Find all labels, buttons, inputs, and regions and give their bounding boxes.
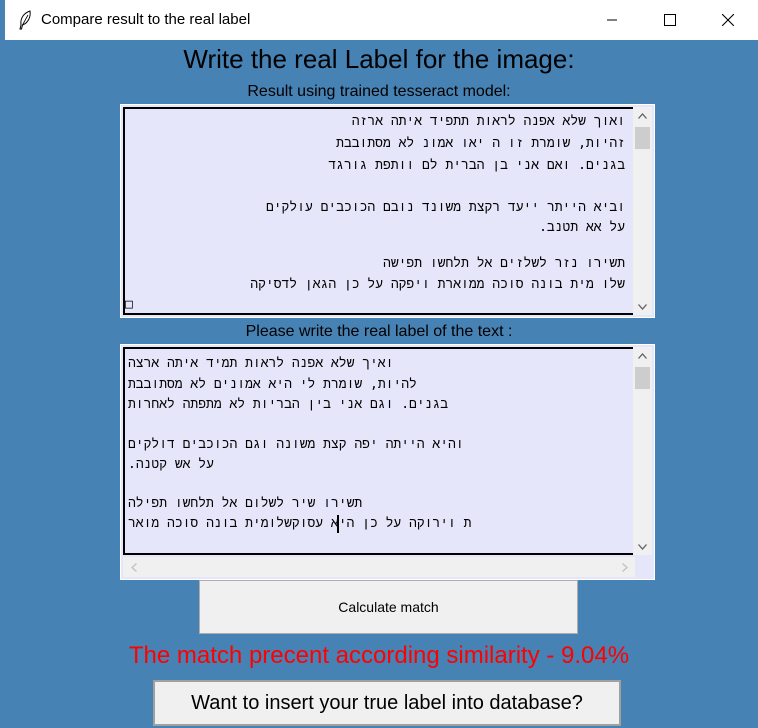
scroll-left-icon[interactable] <box>125 559 142 576</box>
scroll-down-icon[interactable] <box>634 298 651 315</box>
ocr-line: תשירו נזר לשלזים אל תלחשו תפישה <box>383 256 625 271</box>
ocr-result-text: ואוך שלא אפנה לראות תתפיד איתה ארזה זהיו… <box>123 107 633 315</box>
page-title: Write the real Label for the image: <box>183 44 575 74</box>
scroll-thumb[interactable] <box>635 127 650 149</box>
minimize-button[interactable] <box>583 0 641 40</box>
app-window: Compare result to the real label Write t… <box>0 0 758 728</box>
ocr-line: זהיות, שומרת זו ה יאו אמונ לא מסתובבת <box>336 136 625 151</box>
maximize-button[interactable] <box>641 0 699 40</box>
real-line: על אש קטנה. <box>128 457 214 472</box>
ocr-line: □ <box>125 297 133 312</box>
ocr-line: בגנים. ואם אני בן הברית לם וותפת גורגד <box>328 158 625 173</box>
ocr-result-textbox[interactable]: ואוך שלא אפנה לראות תתפיד איתה ארזה זהיו… <box>120 104 655 318</box>
real-line: ת וירוקה על כן היא עסוקשלומית בונה סוכה … <box>128 516 472 531</box>
ocr-line: וביא הייתר ייעד רקצת משונד נובם הכוכבים … <box>265 200 625 215</box>
real-line: ואיך שלא אפנה לראות תמיד איתה ארצה <box>128 356 394 371</box>
window-title: Compare result to the real label <box>41 11 251 28</box>
ocr-vertical-scrollbar[interactable] <box>633 107 652 315</box>
ocr-line: על אא תטנב. <box>539 220 625 235</box>
feather-icon <box>17 10 33 30</box>
real-label-text[interactable]: ואיך שלא אפנה לראות תמיד איתה ארצה להיות… <box>123 347 633 555</box>
real-horizontal-scrollbar[interactable] <box>123 557 635 577</box>
real-label-prompt: Please write the real label of the text … <box>245 323 513 340</box>
ocr-line: שלו מית בונה סוכה ממוארת ויפקה על כן הגא… <box>250 277 625 292</box>
real-label-textbox[interactable]: ואיך שלא אפנה לראות תמיד איתה ארצה להיות… <box>120 344 655 580</box>
maximize-icon <box>664 14 676 26</box>
title-bar: Compare result to the real label <box>5 0 758 40</box>
real-vertical-scrollbar[interactable] <box>633 347 652 555</box>
real-line: והיא הייתה יפה קצת משונה וגם הכוכבים דול… <box>128 437 464 452</box>
minimize-icon <box>607 19 617 21</box>
match-result-text: The match precent according similarity -… <box>128 642 630 669</box>
text-cursor <box>337 515 339 533</box>
ocr-line: ואוך שלא אפנה לראות תתפיד איתה ארזה <box>351 114 625 129</box>
real-line: להיות, שומרת לי היא אמונים לא מסתובבת <box>128 377 417 392</box>
calculate-match-button[interactable]: Calculate match <box>199 580 578 634</box>
scroll-up-icon[interactable] <box>634 347 651 364</box>
scroll-thumb[interactable] <box>635 367 650 389</box>
close-button[interactable] <box>699 0 757 40</box>
close-icon <box>722 14 734 26</box>
insert-label-button[interactable]: Want to insert your true label into data… <box>153 680 621 726</box>
real-line: בגנים. וגם אני בין הבריות לא מתפתה לאחרו… <box>128 397 449 412</box>
real-line: תשירו שיר לשלום אל תלחשו תפילה <box>128 496 363 511</box>
scroll-right-icon[interactable] <box>616 559 633 576</box>
ocr-result-label: Result using trained tesseract model: <box>247 83 511 100</box>
scroll-up-icon[interactable] <box>634 107 651 124</box>
scroll-down-icon[interactable] <box>634 538 651 555</box>
